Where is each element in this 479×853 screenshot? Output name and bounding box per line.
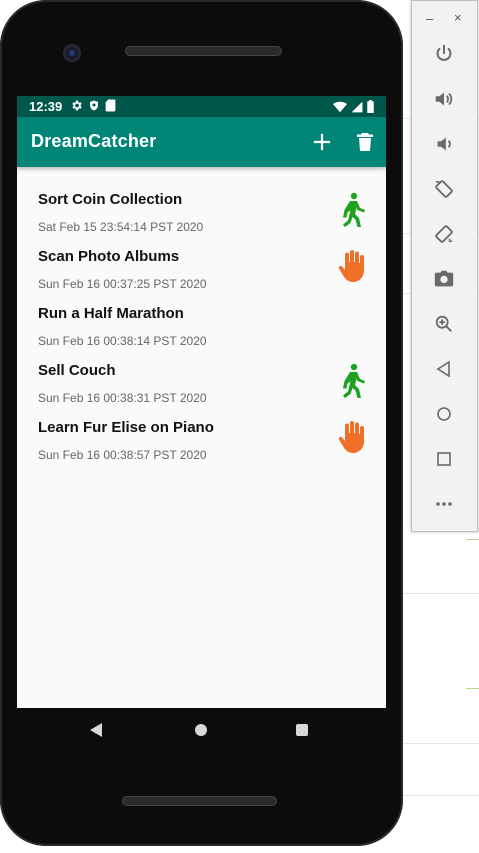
status-bar: 12:39	[17, 96, 386, 117]
volume-down-button[interactable]	[432, 132, 456, 156]
plus-icon	[313, 133, 331, 151]
dream-title: Scan Photo Albums	[38, 248, 180, 265]
sd-card-icon	[105, 99, 116, 117]
rotate-right-button[interactable]	[432, 222, 456, 246]
hand-stop-icon	[338, 250, 364, 282]
dream-title: Sort Coin Collection	[38, 191, 183, 208]
rotate-left-button[interactable]	[432, 177, 456, 201]
battery-icon	[367, 100, 374, 118]
background-accent-line	[466, 688, 479, 689]
status-time: 12:39	[29, 99, 63, 114]
rotate-left-icon	[435, 180, 453, 198]
dream-date: Sun Feb 16 00:38:57 PST 2020	[38, 448, 207, 462]
add-dream-button[interactable]	[308, 128, 336, 156]
background-divider	[400, 743, 479, 744]
settings-icon	[70, 99, 83, 117]
dream-title: Sell Couch	[38, 362, 116, 379]
zoom-button[interactable]	[432, 312, 456, 336]
nav-back-button[interactable]	[90, 723, 104, 742]
nav-home-button[interactable]	[195, 724, 207, 736]
app-title: DreamCatcher	[31, 131, 157, 151]
emulator-toolbar: – ×	[411, 0, 478, 532]
dream-title: Learn Fur Elise on Piano	[38, 419, 214, 436]
walk-icon	[343, 363, 365, 398]
back-icon	[436, 360, 450, 378]
background-accent-line	[466, 539, 479, 540]
bottom-speaker	[122, 796, 277, 806]
trash-icon	[357, 133, 373, 151]
list-item[interactable]: Learn Fur Elise on Piano Sun Feb 16 00:3…	[17, 395, 386, 462]
wifi-icon	[333, 100, 347, 118]
top-speaker	[125, 46, 282, 56]
shield-icon	[88, 99, 100, 117]
list-item[interactable]: Scan Photo Albums Sun Feb 16 00:37:25 PS…	[17, 224, 386, 291]
nav-recents-button[interactable]	[296, 724, 308, 736]
volume-up-icon	[435, 92, 453, 106]
power-icon	[436, 44, 452, 61]
more-button[interactable]	[432, 492, 456, 516]
background-divider	[400, 795, 479, 796]
screenshot-button[interactable]	[432, 267, 456, 291]
rotate-right-icon	[435, 225, 453, 243]
back-triangle-icon	[90, 723, 102, 737]
volume-up-button[interactable]	[432, 87, 456, 111]
phone-frame: 12:39 DreamCatcher Sort Coin Collection …	[0, 0, 403, 846]
zoom-icon	[435, 315, 452, 332]
volume-down-icon	[437, 137, 451, 151]
home-icon	[437, 407, 451, 421]
hand-stop-icon	[338, 421, 364, 453]
overview-button[interactable]	[432, 447, 456, 471]
list-item[interactable]: Sell Couch Sun Feb 16 00:38:31 PST 2020	[17, 338, 386, 405]
power-button[interactable]	[432, 42, 456, 66]
minimize-button[interactable]: –	[426, 11, 433, 26]
overview-icon	[437, 452, 451, 466]
cell-signal-icon	[351, 100, 363, 118]
walk-icon	[343, 192, 365, 227]
delete-all-button[interactable]	[351, 128, 379, 156]
app-bar: DreamCatcher	[17, 117, 386, 167]
device-screen: 12:39 DreamCatcher Sort Coin Collection …	[17, 96, 386, 708]
list-item[interactable]: Sort Coin Collection Sat Feb 15 23:54:14…	[17, 167, 386, 234]
background-divider	[400, 593, 479, 594]
home-button[interactable]	[432, 402, 456, 426]
dream-title: Run a Half Marathon	[38, 305, 184, 322]
close-button[interactable]: ×	[454, 10, 462, 25]
camera-icon	[434, 270, 454, 287]
list-item[interactable]: Run a Half Marathon Sun Feb 16 00:38:14 …	[17, 281, 386, 348]
more-icon	[436, 502, 452, 506]
back-button[interactable]	[432, 357, 456, 381]
front-camera	[63, 44, 81, 62]
